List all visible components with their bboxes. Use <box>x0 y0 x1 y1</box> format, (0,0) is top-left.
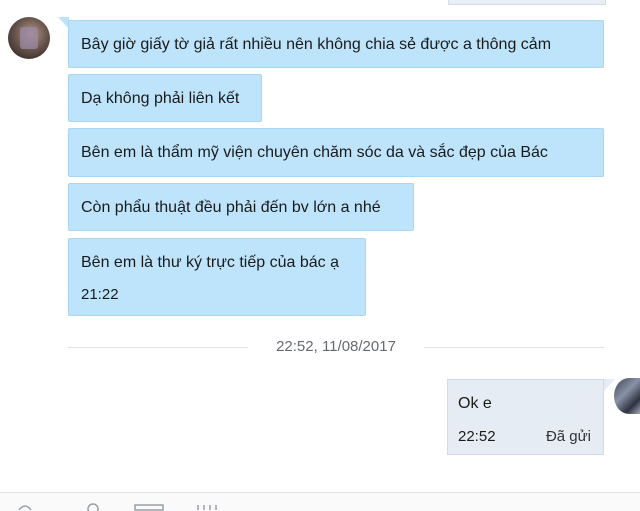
message-text: Bên em là thẩm mỹ viện chuyên chăm sóc d… <box>81 144 548 161</box>
date-separator: 22:52, 11/08/2017 <box>68 330 604 364</box>
message-time: 21:22 <box>81 286 119 303</box>
message-bubble-incoming[interactable]: Bên em là thẩm mỹ viện chuyên chăm sóc d… <box>68 128 604 177</box>
bubble-tail-outgoing <box>604 379 615 391</box>
message-text: Bây giờ giấy tờ giả rất nhiều nên không … <box>81 36 552 53</box>
contact-avatar[interactable] <box>8 17 50 59</box>
message-bubble-outgoing[interactable]: Ok e 22:52 Đã gửi <box>447 379 604 455</box>
separator-line-right <box>424 347 604 348</box>
previous-message-bubble <box>448 0 606 5</box>
message-text: Ok e <box>458 395 492 412</box>
message-bubble-incoming[interactable]: Bên em là thư ký trực tiếp của bác ạ 21:… <box>68 238 366 316</box>
avatar-blur <box>20 27 38 49</box>
message-status: Đã gửi <box>545 428 591 445</box>
message-text: Bên em là thư ký trực tiếp của bác ạ <box>81 254 339 271</box>
message-bubble-incoming[interactable]: Còn phẩu thuật đều phải đến bv lớn a nhé <box>68 183 414 231</box>
composer-toolbar <box>0 492 640 511</box>
message-bubble-incoming[interactable]: Bây giờ giấy tờ giả rất nhiều nên không … <box>68 20 604 68</box>
message-time: 22:52 <box>458 428 496 445</box>
message-text: Còn phẩu thuật đều phải đến bv lớn a nhé <box>81 199 381 216</box>
message-bubble-incoming[interactable]: Dạ không phải liên kết <box>68 74 262 122</box>
user-avatar[interactable] <box>614 378 640 414</box>
message-text: Dạ không phải liên kết <box>81 90 240 107</box>
